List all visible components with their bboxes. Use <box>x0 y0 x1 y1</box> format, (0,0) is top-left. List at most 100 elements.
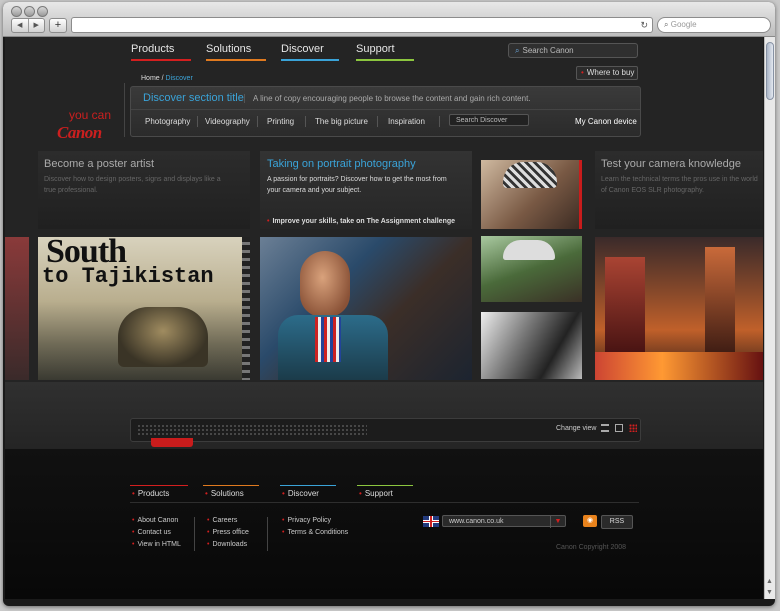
subnav-photography[interactable]: Photography <box>145 117 190 126</box>
footer-nav-solutions[interactable]: • Solutions <box>203 485 259 498</box>
building-left <box>605 257 645 357</box>
nav-support-label: Support <box>356 43 395 55</box>
nav-products[interactable]: Products <box>131 43 191 61</box>
subnav-big-picture[interactable]: The big picture <box>315 117 368 126</box>
footer-link-downloads[interactable]: • Downloads <box>207 541 247 548</box>
street-lights <box>595 352 763 380</box>
feature-right-desc: Learn the technical terms the pros use i… <box>601 176 758 194</box>
footer-nav-support[interactable]: • Support <box>357 485 413 498</box>
bullet-icon: • <box>359 489 362 498</box>
photo-tajikistan[interactable]: South to Tajikistan <box>38 237 250 380</box>
footer-column-separator <box>194 517 195 551</box>
thumb-black-white[interactable] <box>481 312 582 379</box>
breadcrumb-current: Discover <box>165 75 193 82</box>
canon-logo[interactable]: Canon <box>57 123 102 143</box>
helmet-shape <box>503 240 555 260</box>
section-title: Discover section title <box>143 92 244 104</box>
grid-view-icon[interactable] <box>629 424 637 432</box>
portrait-scarf <box>315 317 341 362</box>
scrollbar-thumb[interactable] <box>766 42 774 100</box>
zoom-window-button[interactable] <box>37 6 48 17</box>
nav-discover[interactable]: Discover <box>281 43 339 61</box>
panel-divider <box>131 109 640 110</box>
bullet-icon: • <box>282 529 285 536</box>
close-window-button[interactable] <box>11 6 22 17</box>
minimize-window-button[interactable] <box>24 6 35 17</box>
assignment-challenge-link[interactable]: • Improve your skills, take on The Assign… <box>267 218 455 225</box>
filmstrip-edge <box>242 237 250 380</box>
nav-solutions-label: Solutions <box>206 43 252 55</box>
footer-link-privacy[interactable]: • Privacy Policy <box>282 517 331 524</box>
nav-solutions[interactable]: Solutions <box>206 43 266 61</box>
subnav-separator <box>377 116 378 127</box>
bullet-icon: • <box>132 529 135 536</box>
scroll-up-icon[interactable]: ▲ <box>766 578 773 585</box>
thumb-cyclist-mud[interactable] <box>481 236 582 302</box>
breadcrumb-home[interactable]: Home <box>141 75 160 82</box>
forward-icon[interactable]: ▶ <box>27 19 45 32</box>
feature-right-title[interactable]: Test your camera knowledge <box>601 158 741 170</box>
footer-support-underline <box>357 485 413 486</box>
rss-icon[interactable]: ◉ <box>583 515 597 527</box>
footer-link-careers-label: Careers <box>212 517 238 524</box>
footer-link-press[interactable]: • Press office <box>207 529 249 536</box>
footer-link-terms-label: Terms & Conditions <box>287 529 349 536</box>
carousel-strip: Change view <box>130 418 641 447</box>
list-view-icon[interactable] <box>601 424 609 432</box>
photo-city-night[interactable] <box>595 237 763 380</box>
carousel-track[interactable] <box>137 424 367 436</box>
bullet-icon: • <box>132 541 135 548</box>
back-icon[interactable]: ◀ <box>12 19 28 32</box>
scroll-down-icon[interactable]: ▼ <box>766 589 773 596</box>
nav-support[interactable]: Support <box>356 43 414 61</box>
browser-search-field[interactable]: ⌕ Google <box>657 17 771 33</box>
bullet-icon: • <box>132 489 135 498</box>
country-site-select[interactable]: www.canon.co.uk ▼ <box>442 515 566 528</box>
subnav-printing[interactable]: Printing <box>267 117 294 126</box>
feature-center-title[interactable]: Taking on portrait photography <box>267 158 416 170</box>
feature-left-title[interactable]: Become a poster artist <box>44 158 154 170</box>
headscarf-shape <box>503 162 557 188</box>
nav-discover-underline <box>281 59 339 61</box>
nav-support-underline <box>356 59 414 61</box>
uk-flag-icon <box>423 516 439 527</box>
feature-center-desc: A passion for portraits? Discover how to… <box>267 176 447 194</box>
building-right <box>705 247 735 357</box>
footer-link-html[interactable]: • View in HTML <box>132 541 181 548</box>
footer-nav-discover[interactable]: • Discover <box>280 485 336 498</box>
photo-portrait[interactable] <box>260 237 472 380</box>
reload-icon[interactable]: ↻ <box>640 18 648 32</box>
footer-link-downloads-label: Downloads <box>212 541 248 548</box>
footer-link-careers[interactable]: • Careers <box>207 517 237 524</box>
address-bar[interactable]: ↻ <box>71 17 653 33</box>
thumb-old-man[interactable] <box>481 160 582 229</box>
search-canon-input[interactable]: ⌕ Search Canon <box>508 43 638 58</box>
vertical-scrollbar[interactable]: ▲ ▼ <box>764 37 775 599</box>
footer-link-about[interactable]: • About Canon <box>132 517 178 524</box>
footer-solutions-underline <box>203 485 259 486</box>
breadcrumb: Home / Discover <box>141 75 193 82</box>
chevron-down-icon[interactable]: ▼ <box>550 516 565 528</box>
rss-button[interactable]: RSS <box>601 515 633 529</box>
where-to-buy-button[interactable]: • Where to buy <box>576 66 638 80</box>
subnav-videography[interactable]: Videography <box>205 117 250 126</box>
portrait-face <box>300 251 350 317</box>
new-tab-button[interactable]: + <box>49 18 67 33</box>
bullet-icon: • <box>267 218 270 225</box>
my-canon-device-link[interactable]: My Canon device <box>575 117 637 126</box>
browser-search-placeholder: Google <box>670 20 697 29</box>
bullet-icon: • <box>581 68 584 77</box>
subnav-inspiration[interactable]: Inspiration <box>388 117 425 126</box>
carousel-handle[interactable] <box>151 438 193 447</box>
search-discover-input[interactable]: Search Discover <box>449 114 529 126</box>
bullet-icon: • <box>282 489 285 498</box>
footer-nav-products[interactable]: • Products <box>130 485 188 498</box>
photo-edge-left[interactable] <box>5 237 29 380</box>
footer-products-underline <box>130 485 188 486</box>
single-view-icon[interactable] <box>615 424 623 432</box>
footer-link-privacy-label: Privacy Policy <box>287 517 332 524</box>
copyright-text: Canon Copyright 2008 <box>556 544 627 551</box>
footer-link-contact[interactable]: • Contact us <box>132 529 171 536</box>
footer-link-terms[interactable]: • Terms & Conditions <box>282 529 348 536</box>
page-viewport: Products Solutions Discover Support ⌕ Sea… <box>5 37 763 599</box>
